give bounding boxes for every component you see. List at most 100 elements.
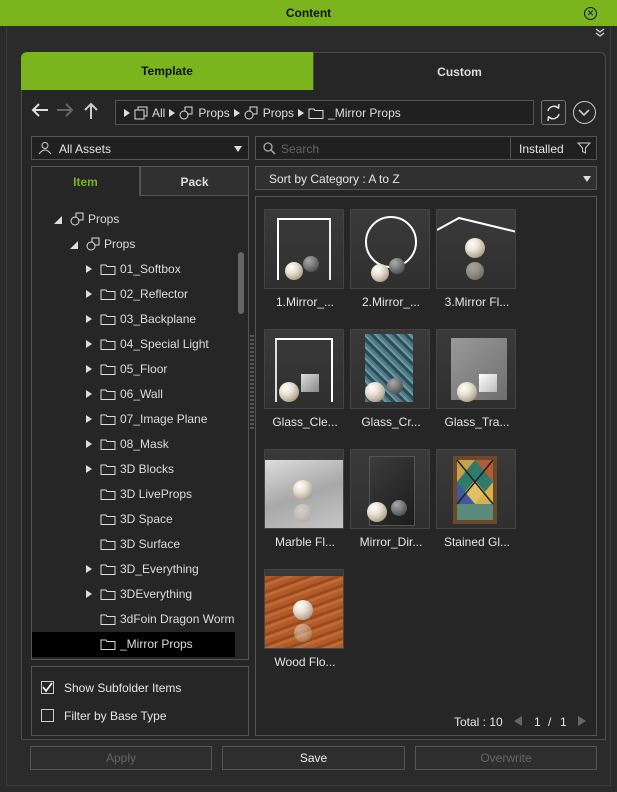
breadcrumb-arrow-icon[interactable] <box>169 108 176 117</box>
props-icon <box>70 212 84 226</box>
collapsed-arrow-icon[interactable] <box>86 390 92 398</box>
folder-icon <box>100 539 116 550</box>
installed-label: Installed <box>519 142 564 156</box>
asset-tile[interactable]: 2.Mirror_... <box>350 209 432 319</box>
folder-icon <box>308 108 324 119</box>
asset-name: Mirror_Dir... <box>359 535 423 549</box>
page-separator: / <box>548 715 552 729</box>
asset-tile[interactable]: Glass_Cr... <box>350 329 432 439</box>
tab-custom[interactable]: Custom <box>313 52 606 90</box>
asset-thumbnail <box>264 449 344 529</box>
breadcrumb-props[interactable]: Props <box>198 106 229 120</box>
up-arrow-icon[interactable] <box>81 102 101 124</box>
tree-item-props[interactable]: Props <box>32 232 235 257</box>
collapse-icon[interactable] <box>595 28 605 38</box>
tree-item[interactable]: 05_Floor <box>32 357 235 382</box>
folder-icon <box>100 639 116 650</box>
prev-page-icon[interactable] <box>514 716 522 726</box>
collapsed-arrow-icon[interactable] <box>86 590 92 598</box>
collapsed-arrow-icon[interactable] <box>86 340 92 348</box>
asset-name: Glass_Cle... <box>272 415 338 429</box>
search-icon <box>263 142 276 155</box>
tab-pack[interactable]: Pack <box>140 166 249 196</box>
total-count: Total : 10 <box>454 715 503 729</box>
panel-splitter[interactable] <box>250 335 254 431</box>
tree-item-label: 3D Blocks <box>120 462 175 476</box>
tab-item[interactable]: Item <box>31 166 140 196</box>
collapsed-arrow-icon[interactable] <box>86 415 92 423</box>
installed-filter[interactable]: Installed <box>510 136 597 160</box>
asset-tile[interactable]: Glass_Tra... <box>436 329 518 439</box>
asset-tile[interactable]: Stained Gl... <box>436 449 518 559</box>
collapsed-arrow-icon[interactable] <box>86 265 92 273</box>
tree-item[interactable]: 3D Space <box>32 507 235 532</box>
asset-tile[interactable]: Mirror_Dir... <box>350 449 432 559</box>
window-title: Content <box>285 6 332 20</box>
filter-base-label: Filter by Base Type <box>64 709 167 723</box>
overwrite-button[interactable]: Overwrite <box>415 746 597 770</box>
breadcrumb-mirror-props[interactable]: _Mirror Props <box>328 106 401 120</box>
collapsed-arrow-icon[interactable] <box>86 315 92 323</box>
filter-base-checkbox[interactable] <box>41 709 54 722</box>
save-button[interactable]: Save <box>222 746 405 770</box>
apply-button[interactable]: Apply <box>30 746 212 770</box>
breadcrumb-all[interactable]: All <box>152 106 165 120</box>
refresh-icon[interactable] <box>541 100 566 125</box>
collapsed-arrow-icon[interactable] <box>86 465 92 473</box>
options-panel: Show Subfolder Items Filter by Base Type <box>31 666 249 736</box>
title-bar: Content ✕ <box>0 0 617 26</box>
tree-item-label: Props <box>104 237 136 251</box>
left-tabs: Item Pack <box>31 166 249 196</box>
asset-name: Glass_Cr... <box>361 415 421 429</box>
tree-scrollbar[interactable] <box>238 252 244 314</box>
tree-item[interactable]: 06_Wall <box>32 382 235 407</box>
collapsed-arrow-icon[interactable] <box>86 365 92 373</box>
menu-chevron-icon[interactable] <box>573 101 596 124</box>
tree-item[interactable]: 3D LiveProps <box>32 482 235 507</box>
breadcrumb-props-2[interactable]: Props <box>263 106 294 120</box>
breadcrumb-arrow-icon[interactable] <box>233 108 240 117</box>
next-page-icon[interactable] <box>578 716 586 726</box>
tree-item-label: 05_Floor <box>120 362 168 376</box>
breadcrumb-arrow-icon[interactable] <box>298 108 305 117</box>
asset-tile[interactable]: 1.Mirror_... <box>264 209 346 319</box>
back-arrow-icon[interactable] <box>30 102 50 124</box>
collapsed-arrow-icon[interactable] <box>86 440 92 448</box>
collapsed-arrow-icon[interactable] <box>86 565 92 573</box>
show-subfolder-checkbox[interactable] <box>41 681 54 694</box>
collapsed-arrow-icon[interactable] <box>86 290 92 298</box>
expanded-arrow-icon[interactable] <box>54 216 62 224</box>
search-input[interactable]: Search <box>255 136 511 160</box>
tree-item-label: 3D Surface <box>120 537 181 551</box>
close-icon[interactable]: ✕ <box>584 7 597 20</box>
tree-item[interactable]: 3D Surface <box>32 532 235 557</box>
folder-icon <box>100 489 116 500</box>
tree-item[interactable]: 02_Reflector <box>32 282 235 307</box>
tree-item[interactable]: _Mirror Props <box>32 632 235 657</box>
tree-item[interactable]: 01_Softbox <box>32 257 235 282</box>
tree-item[interactable]: 08_Mask <box>32 432 235 457</box>
asset-tile[interactable]: 3.Mirror Fl... <box>436 209 518 319</box>
sort-dropdown[interactable]: Sort by Category : A to Z <box>255 166 597 190</box>
tree-item[interactable]: 07_Image Plane <box>32 407 235 432</box>
breadcrumb-arrow-icon[interactable] <box>124 108 130 117</box>
expanded-arrow-icon[interactable] <box>70 241 78 249</box>
asset-name: Marble Fl... <box>274 535 335 549</box>
tree-item[interactable]: 3D_Everything <box>32 557 235 582</box>
asset-tile[interactable]: Glass_Cle... <box>264 329 346 439</box>
asset-tile[interactable]: Marble Fl... <box>264 449 346 559</box>
props-icon <box>179 106 193 119</box>
tree-item[interactable]: 3D Blocks <box>32 457 235 482</box>
asset-tile[interactable]: Wood Flo... <box>264 569 346 679</box>
assets-dropdown[interactable]: All Assets <box>31 136 249 160</box>
tree-item-label: _Mirror Props <box>120 637 193 651</box>
tree-item[interactable]: 3DEverything <box>32 582 235 607</box>
tab-template[interactable]: Template <box>21 52 313 90</box>
tree-item[interactable]: 3dFoin Dragon Worm <box>32 607 235 632</box>
tree-item[interactable]: 03_Backplane <box>32 307 235 332</box>
tree-item-label: 06_Wall <box>120 387 163 401</box>
forward-arrow-icon[interactable] <box>55 102 75 124</box>
tree-item-props-root[interactable]: Props <box>32 207 235 232</box>
tree-item[interactable]: 04_Special Light <box>32 332 235 357</box>
user-icon <box>38 142 52 155</box>
